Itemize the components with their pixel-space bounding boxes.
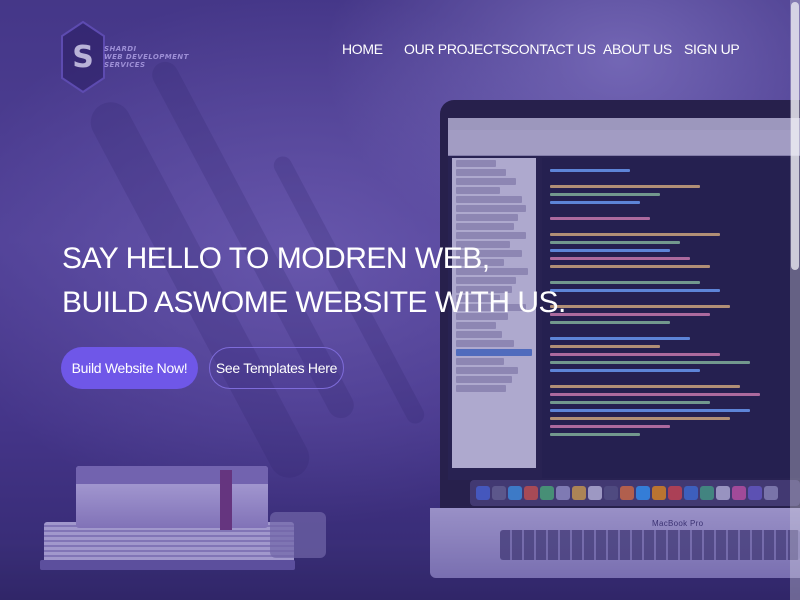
nav-contact-us[interactable]: CONTACT US bbox=[509, 41, 596, 57]
hero-headline-line-1: SAY HELLO TO MODREN WEB, bbox=[62, 242, 490, 275]
logo-line-3: SERVICES bbox=[104, 61, 146, 69]
scrollbar[interactable] bbox=[790, 0, 800, 600]
hero-headline-line-2: BUILD ASWOME WEBSITE WITH US. bbox=[62, 286, 566, 319]
site-logo[interactable]: S SHARDI WEB DEVELOPMENT SERVICES bbox=[60, 20, 189, 94]
logo-letter: S bbox=[72, 40, 94, 75]
nav-home[interactable]: HOME bbox=[342, 41, 383, 57]
logo-line-1: SHARDI bbox=[104, 45, 137, 53]
nav-about-us[interactable]: ABOUT US bbox=[603, 41, 672, 57]
scrollbar-thumb[interactable] bbox=[791, 2, 799, 270]
nav-our-projects[interactable]: OUR PROJECTS bbox=[404, 41, 510, 57]
logo-text: SHARDI WEB DEVELOPMENT SERVICES bbox=[104, 45, 189, 69]
hexagon-logo-icon: S bbox=[61, 20, 105, 94]
see-templates-button[interactable]: See Templates Here bbox=[209, 347, 344, 389]
nav-sign-up[interactable]: SIGN UP bbox=[684, 41, 740, 57]
logo-line-2: WEB DEVELOPMENT bbox=[104, 53, 189, 61]
build-website-button[interactable]: Build Website Now! bbox=[61, 347, 198, 389]
